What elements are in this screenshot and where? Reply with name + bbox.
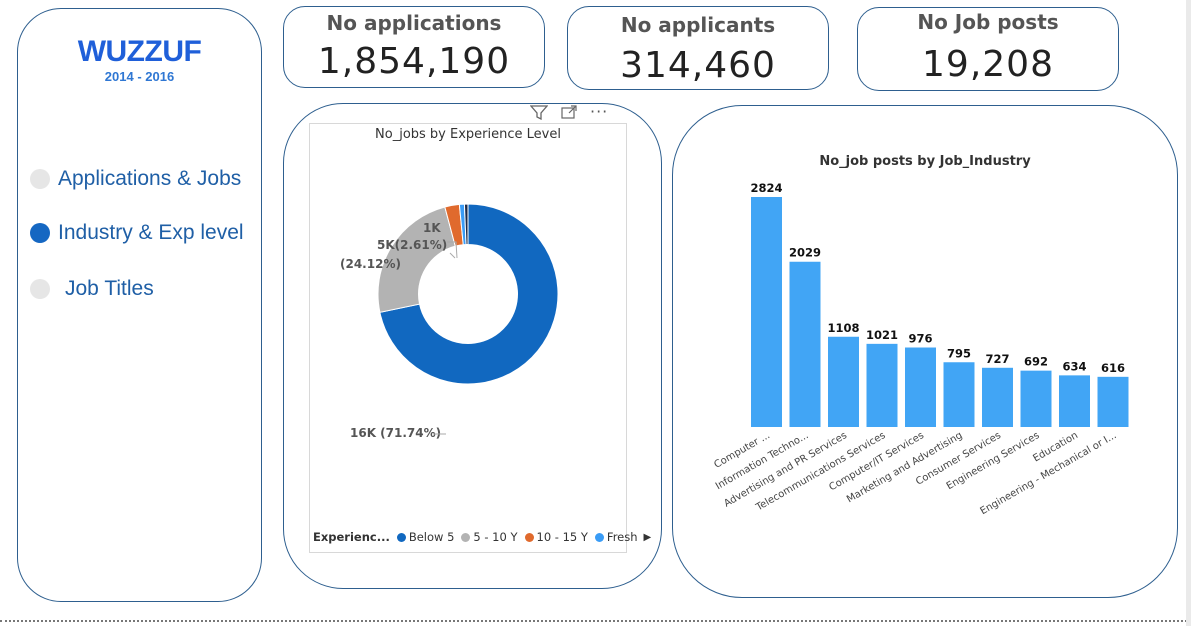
- nav-label: Applications & Jobs: [58, 167, 242, 190]
- nav-label: Industry & Exp level: [58, 221, 244, 244]
- bar-data-label: 1108: [827, 321, 859, 335]
- kpi-card-applicants: No applicants 314,460: [567, 6, 829, 90]
- nav-label: Job Titles: [65, 277, 154, 300]
- bar-data-label: 616: [1101, 361, 1125, 375]
- legend-title: Experienc...: [313, 530, 390, 544]
- donut-chart-visual[interactable]: No_jobs by Experience Level 16K (71.74%)…: [309, 123, 627, 553]
- legend-dot-icon: [461, 532, 471, 542]
- nav-job-titles[interactable]: Job Titles: [30, 277, 154, 301]
- kpi-card-job-posts: No Job posts 19,208: [857, 7, 1119, 91]
- leader-line: [449, 252, 456, 259]
- navigation-panel: WUZZUF 2014 - 2016 Applications & Jobs I…: [17, 8, 262, 602]
- bar[interactable]: [751, 197, 782, 427]
- radio-dot-icon: [30, 223, 50, 243]
- visual-header: ···: [530, 102, 608, 121]
- legend-next-arrow-icon[interactable]: ▶: [644, 532, 652, 543]
- bar[interactable]: [1020, 370, 1052, 427]
- bar-data-label: 634: [1062, 359, 1086, 373]
- kpi-value: 19,208: [922, 44, 1054, 85]
- donut-legend: Experienc... Below 5 5 - 10 Y 10 - 15 Y …: [313, 530, 651, 544]
- legend-label: Below 5: [408, 530, 455, 544]
- radio-dot-icon: [30, 169, 50, 189]
- kpi-value: 1,854,190: [317, 41, 511, 82]
- x-tick-label: Engineering - Mechanical or I...: [978, 430, 1118, 517]
- kpi-label: No Job posts: [917, 10, 1059, 34]
- legend-dot-icon: [524, 532, 534, 542]
- bar-data-label: 976: [908, 332, 932, 346]
- legend-label: 5 - 10 Y: [473, 530, 518, 544]
- kpi-value: 314,460: [620, 45, 776, 86]
- bar-data-label: 795: [947, 346, 971, 360]
- legend-dot-icon: [594, 532, 604, 542]
- nav-applications-jobs[interactable]: Applications & Jobs: [30, 167, 241, 191]
- bar-chart-container: No_job posts by Job_Industry 2824 Compute…: [672, 105, 1178, 598]
- donut-data-label: 1K: [423, 221, 441, 235]
- bar-data-label: 727: [985, 352, 1009, 366]
- bar-data-label: 1021: [866, 328, 898, 342]
- bar-data-label: 2824: [750, 181, 782, 195]
- legend-label: 10 - 15 Y: [536, 530, 588, 544]
- years-range: 2014 - 2016: [104, 69, 175, 84]
- donut-chart: 16K (71.74%) (24.12%) 5K(2.61%) 1K: [340, 203, 559, 440]
- donut-data-label: 5K(2.61%): [377, 238, 447, 252]
- donut-chart-title: No_jobs by Experience Level: [375, 127, 561, 142]
- donut-data-label: 16K (71.74%): [350, 426, 441, 440]
- legend-item[interactable]: 10 - 15 Y: [524, 530, 588, 544]
- scrollbar-track: [1186, 0, 1191, 626]
- legend-item[interactable]: Below 5: [396, 530, 455, 544]
- donut-data-label: (24.12%): [340, 257, 401, 271]
- kpi-card-applications: No applications 1,854,190: [283, 6, 545, 88]
- radio-dot-icon: [30, 279, 50, 299]
- wuzzuf-logo: WUZZUF: [77, 35, 202, 68]
- page-divider: [0, 620, 1191, 622]
- kpi-label: No applications: [326, 11, 502, 35]
- more-options-icon[interactable]: ···: [590, 102, 608, 121]
- bar-data-label: 692: [1024, 355, 1048, 369]
- focus-mode-icon[interactable]: [560, 104, 578, 120]
- bar[interactable]: [866, 343, 898, 427]
- nav-industry-exp-level[interactable]: Industry & Exp level: [30, 221, 244, 245]
- bar[interactable]: [789, 261, 821, 427]
- bar[interactable]: [1097, 376, 1129, 427]
- bar[interactable]: [943, 362, 975, 427]
- bar[interactable]: [1059, 375, 1090, 427]
- bar[interactable]: [905, 347, 936, 427]
- kpi-label: No applicants: [620, 13, 776, 37]
- legend-label: Fresh: [606, 530, 638, 544]
- bar[interactable]: [828, 336, 859, 427]
- bar-data-label: 2029: [789, 246, 821, 260]
- legend-dot-icon: [396, 532, 406, 542]
- bar-chart: 2824Computer ...2029Information Techno..…: [712, 181, 1129, 517]
- legend-item[interactable]: 5 - 10 Y: [461, 530, 518, 544]
- legend-item[interactable]: Fresh: [594, 530, 638, 544]
- bar[interactable]: [982, 367, 1013, 427]
- filter-icon[interactable]: [530, 104, 548, 120]
